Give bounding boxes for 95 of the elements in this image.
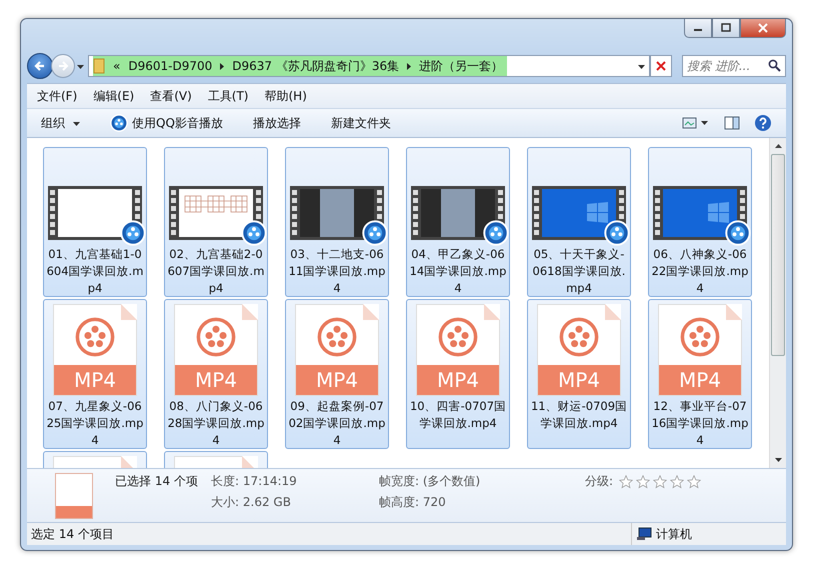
search-field[interactable]: 搜索 进阶... — [682, 55, 786, 77]
file-name: 10、四害-0707国学课回放.mp4 — [409, 398, 507, 432]
scroll-up-icon[interactable] — [774, 144, 782, 148]
file-name: 07、九星象义-0625国学课回放.mp4 — [46, 398, 144, 448]
zone-label: 计算机 — [656, 526, 692, 542]
address-caret-icon[interactable] — [638, 64, 645, 68]
mp4-file-icon: MP4 — [416, 304, 500, 396]
file-name: 08、八门象义-0628国学课回放.mp4 — [167, 398, 265, 448]
mp4-file-icon — [55, 473, 93, 519]
mp4-file-icon: MP4 — [295, 304, 379, 396]
path-arrow-icon[interactable] — [220, 62, 224, 70]
breadcrumb[interactable]: 进阶（另一套） — [419, 58, 504, 74]
player-badge-icon — [362, 220, 388, 246]
mp4-file-icon: MP4 — [658, 304, 742, 396]
file-tile[interactable]: MP4 07、九星象义-0625国学课回放.mp4 — [43, 299, 147, 449]
file-tile[interactable]: MP4 08、八门象义-0628国学课回放.mp4 — [164, 299, 268, 449]
detail-value: (多个数值) — [422, 474, 480, 488]
mp4-file-icon: MP4 — [537, 304, 621, 396]
toolbar-button[interactable]: 新建文件夹 — [330, 114, 391, 132]
file-name: 12、事业平台-0716国学课回放.mp4 — [651, 398, 749, 448]
help-icon[interactable] — [754, 114, 772, 132]
file-tile[interactable]: MP4 10、四害-0707国学课回放.mp4 — [406, 299, 510, 449]
arrow-left-icon — [34, 60, 46, 72]
detail-value: 720 — [422, 495, 446, 509]
search-icon — [768, 59, 781, 72]
star-icon[interactable] — [687, 474, 702, 488]
file-tile[interactable]: 01、九宫基础1-0604国学课回放.mp4 — [43, 147, 147, 297]
file-name: 05、十天干象义-0618国学课回放.mp4 — [532, 246, 626, 296]
back-button[interactable] — [27, 53, 53, 79]
player-badge-icon — [120, 220, 146, 246]
scroll-down-icon[interactable] — [774, 458, 782, 462]
close-icon — [758, 23, 768, 33]
star-icon[interactable] — [670, 474, 684, 488]
breadcrumb[interactable]: D9637 《苏凡阴盘奇门》36集 — [232, 58, 400, 74]
preview-pane-icon[interactable] — [724, 116, 740, 130]
star-icon[interactable] — [619, 474, 634, 488]
mp4-file-icon: MP4 — [174, 304, 258, 396]
detail-label: 帧高度: — [379, 495, 420, 509]
menu-item[interactable]: 帮助(H) — [264, 88, 307, 104]
close-icon — [655, 60, 667, 72]
maximize-button[interactable] — [712, 19, 740, 38]
computer-icon — [636, 527, 652, 541]
file-tile[interactable]: 04、甲乙象义-0614国学课回放.mp4 — [406, 147, 510, 297]
vertical-scrollbar[interactable] — [769, 138, 786, 468]
mp4-file-icon: MP4 — [53, 304, 137, 396]
detail-label: 大小: — [211, 495, 240, 509]
toolbar-button[interactable]: 组织 — [41, 114, 80, 132]
file-name: 03、十二地支-0611国学课回放.mp4 — [288, 246, 386, 296]
path-overflow[interactable]: « — [113, 59, 120, 73]
file-name: 09、起盘案例-0702国学课回放.mp4 — [288, 398, 386, 448]
folder-icon — [93, 58, 105, 74]
close-button[interactable] — [740, 19, 786, 38]
minimize-button[interactable] — [684, 19, 712, 38]
file-tile[interactable]: MP4 09、起盘案例-0702国学课回放.mp4 — [285, 299, 389, 449]
menu-item[interactable]: 查看(V) — [150, 88, 192, 104]
rating-label: 分级: — [585, 473, 614, 490]
file-tile[interactable]: MP4 11、财运-0709国学课回放.mp4 — [527, 299, 631, 449]
file-tile[interactable]: MP4 12、事业平台-0716国学课回放.mp4 — [648, 299, 752, 449]
view-icon[interactable] — [682, 116, 710, 130]
rating-stars[interactable] — [619, 474, 702, 488]
toolbar-button[interactable]: 播放选择 — [252, 114, 301, 132]
breadcrumb[interactable]: D9601-D9700 — [128, 59, 212, 73]
menu-item[interactable]: 工具(T) — [208, 88, 248, 104]
clear-button[interactable] — [650, 55, 672, 77]
file-name: 04、甲乙象义-0614国学课回放.mp4 — [409, 246, 507, 296]
player-badge-icon — [725, 220, 751, 246]
history-caret-icon[interactable] — [77, 64, 84, 68]
square-icon — [721, 23, 731, 33]
menu-item[interactable]: 编辑(E) — [93, 88, 134, 104]
star-icon[interactable] — [636, 474, 650, 488]
selection-summary: 已选择 14 个项 — [115, 473, 199, 490]
file-name: 02、九宫基础2-0607国学课回放.mp4 — [167, 246, 265, 296]
detail-value: 17:14:19 — [242, 474, 297, 488]
file-tile[interactable]: 06、八神象义-0622国学课回放.mp4 — [648, 147, 752, 297]
star-icon[interactable] — [653, 474, 668, 488]
path-arrow-icon[interactable] — [407, 62, 412, 70]
file-name: 11、财运-0709国学课回放.mp4 — [530, 398, 628, 432]
file-name: 01、九宫基础1-0604国学课回放.mp4 — [46, 246, 144, 296]
file-tile[interactable]: 05、十天干象义-0618国学课回放.mp4 — [527, 147, 631, 297]
player-badge-icon — [483, 220, 509, 246]
caret-icon — [73, 122, 80, 126]
player-icon — [110, 114, 128, 132]
toolbar-button[interactable]: 使用QQ影音播放 — [110, 114, 223, 132]
menu-item[interactable]: 文件(F) — [37, 88, 78, 104]
detail-label: 长度: — [211, 474, 240, 488]
address-bar[interactable]: « D9601-D9700 D9637 《苏凡阴盘奇门》36集 进阶（另一套） — [88, 55, 650, 77]
detail-label: 帧宽度: — [379, 474, 420, 488]
arrow-right-icon — [57, 60, 69, 72]
file-name: 06、八神象义-0622国学课回放.mp4 — [651, 246, 749, 296]
file-tile[interactable]: 02、九宫基础2-0607国学课回放.mp4 — [164, 147, 268, 297]
detail-value: 2.62 GB — [242, 495, 291, 509]
status-text: 选定 14 个项目 — [31, 526, 114, 542]
file-tile[interactable]: 03、十二地支-0611国学课回放.mp4 — [285, 147, 389, 297]
player-badge-icon — [241, 220, 267, 246]
player-badge-icon — [604, 220, 630, 246]
